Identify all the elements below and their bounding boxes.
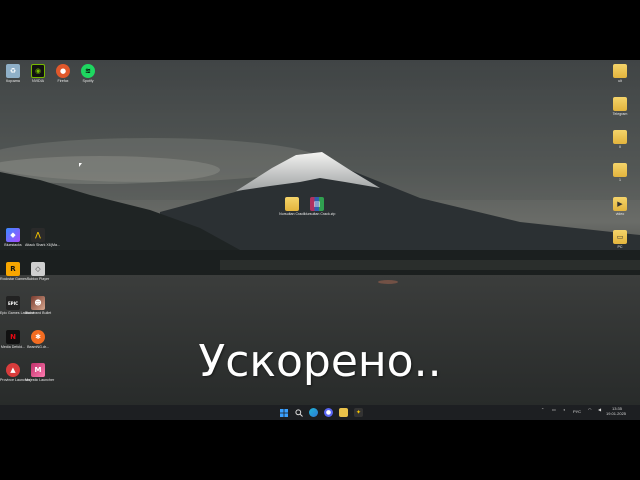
nursultan-zip-label: Nursultan Crack.zip	[304, 212, 336, 216]
folder-icon	[285, 197, 299, 211]
mouse-cursor-icon	[79, 163, 82, 167]
recycle-bin-shortcut[interactable]: ♻ Корзина	[0, 64, 26, 83]
overlay-caption: Ускорено..	[198, 336, 442, 387]
tray-overflow-icon[interactable]: ⌃	[541, 407, 544, 412]
app-icon[interactable]: ✦	[354, 408, 363, 417]
spotify-label: Spotify	[82, 79, 94, 83]
roblox-label: Roblox Player	[26, 277, 50, 281]
blood-bullet-label: Blood and Bullet	[25, 311, 52, 315]
tray-language[interactable]: РУС	[573, 409, 581, 414]
right-folder-3-label: ll	[619, 145, 621, 149]
recycle-bin-label: Корзина	[6, 79, 20, 83]
nvidia-label: NVIDIA	[32, 79, 44, 83]
attack-shark-label: Attack Shark X6(Ma...	[25, 243, 60, 247]
recycle-bin-icon: ♻	[6, 64, 20, 78]
epic-games-icon: EPIC	[6, 296, 20, 310]
roblox-shortcut[interactable]: ◇ Roblox Player	[25, 262, 51, 281]
wifi-icon[interactable]: ◠	[588, 407, 592, 412]
right-folder-4[interactable]: 1	[607, 163, 633, 182]
spotify-icon: ≋	[81, 64, 95, 78]
right-folder-2-label: Telegram	[612, 112, 628, 116]
folder-icon	[613, 130, 627, 144]
folder-icon	[613, 97, 627, 111]
right-folder-video[interactable]: ▶ video	[607, 197, 633, 216]
nvidia-shortcut[interactable]: ◉ NVIDIA	[25, 64, 51, 83]
search-icon[interactable]	[294, 408, 303, 417]
folder-icon	[613, 64, 627, 78]
right-folder-3[interactable]: ll	[607, 130, 633, 149]
blood-bullet-shortcut[interactable]: ☻ Blood and Bullet	[25, 296, 51, 315]
attack-shark-shortcut[interactable]: ⋀ Attack Shark X6(Ma...	[25, 228, 60, 247]
right-folder-6-label: PC	[617, 245, 623, 249]
right-folder-telegram[interactable]: Telegram	[607, 97, 633, 116]
firefox-icon: ●	[56, 64, 70, 78]
epic-games-shortcut[interactable]: EPIC Epic Games Launcher	[0, 296, 36, 315]
network-icon[interactable]: ▭	[552, 407, 556, 412]
clock-date[interactable]: 19.01.2025	[606, 411, 626, 416]
nvidia-icon: ◉	[31, 64, 45, 78]
volume-icon[interactable]: ◀	[598, 407, 601, 412]
discord-icon[interactable]: ●	[324, 408, 333, 417]
rockstar-icon: R	[6, 262, 20, 276]
nursultan-crack-label: Nursultan Crack	[279, 212, 305, 216]
video-folder-icon: ▶	[613, 197, 627, 211]
nursultan-zip-file[interactable]: ▤ Nursultan Crack.zip	[304, 197, 336, 216]
right-folder-4-label: 1	[619, 178, 621, 182]
blood-bullet-icon: ☻	[31, 296, 45, 310]
microphone-icon[interactable]: ◖	[563, 407, 565, 412]
right-folder-5-label: video	[615, 212, 625, 216]
bluestacks-shortcut[interactable]: ◆ Bluestacks	[0, 228, 26, 247]
roblox-icon: ◇	[31, 262, 45, 276]
nursultan-crack-folder[interactable]: Nursultan Crack	[279, 197, 305, 216]
explorer-icon[interactable]	[339, 408, 348, 417]
epic-games-label: Epic Games Launcher	[0, 311, 36, 315]
winrar-icon: ▤	[310, 197, 324, 211]
edge-icon[interactable]	[309, 408, 318, 417]
firefox-label: Firefox	[57, 79, 69, 83]
right-folder-1-label: ult	[618, 79, 622, 83]
rockstar-label: Rockstar Games ...	[0, 277, 31, 281]
attack-shark-icon: ⋀	[31, 228, 45, 242]
spotify-shortcut[interactable]: ≋ Spotify	[75, 64, 101, 83]
rockstar-shortcut[interactable]: R Rockstar Games ...	[0, 262, 31, 281]
folder-icon	[613, 163, 627, 177]
bluestacks-label: Bluestacks	[4, 243, 22, 247]
firefox-shortcut[interactable]: ● Firefox	[50, 64, 76, 83]
right-folder-1[interactable]: ult	[607, 64, 633, 83]
taskbar: ● ✦ ⌃ ▭ ◖ РУС ◠ ◀ 13:35 19.01.2025	[0, 405, 640, 420]
start-icon[interactable]	[279, 408, 288, 417]
pc-folder-icon: ▭	[613, 230, 627, 244]
right-folder-pc[interactable]: ▭ PC	[607, 230, 633, 249]
bluestacks-icon: ◆	[6, 228, 20, 242]
